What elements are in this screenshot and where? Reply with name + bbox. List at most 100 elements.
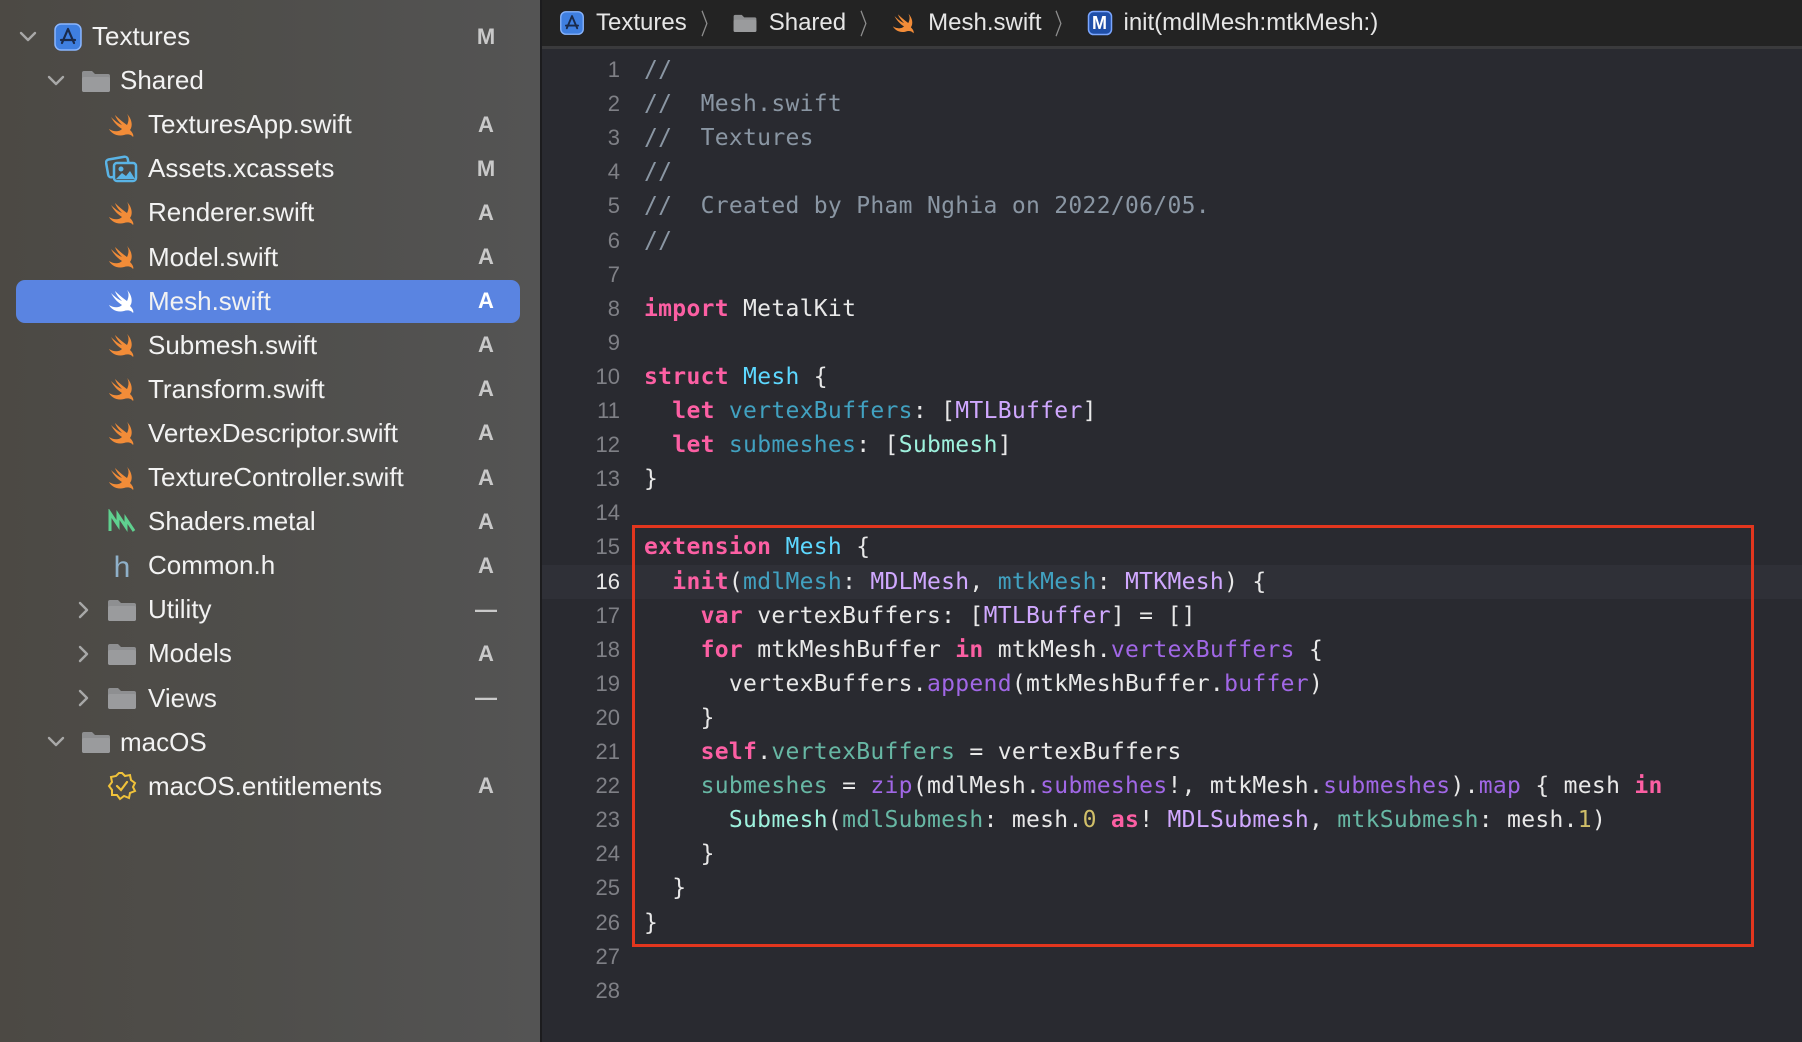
code-line[interactable]: 23 Submesh(mdlSubmesh: mesh.0 as! MDLSub…: [542, 803, 1802, 837]
code-text: submeshes = zip(mdlMesh.submeshes!, mtkM…: [644, 773, 1663, 799]
code-token: ,: [969, 568, 998, 595]
code-token: : [: [856, 432, 899, 459]
navigator-item-assets-xcassets[interactable]: Assets.xcassets M: [16, 147, 520, 190]
code-line[interactable]: 14: [542, 496, 1802, 530]
code-line[interactable]: 15 extension Mesh {: [542, 530, 1802, 564]
navigator-item-models[interactable]: Models A: [16, 632, 520, 675]
chevron-right-icon[interactable]: [74, 600, 94, 620]
navigator-item-texturecontroller-swift[interactable]: TextureController.swift A: [16, 456, 520, 499]
code-line[interactable]: 7: [542, 258, 1802, 292]
code-line[interactable]: 11 let vertexBuffers: [MTLBuffer]: [542, 394, 1802, 428]
code-token: init: [672, 568, 729, 595]
navigator-item-common-h[interactable]: h Common.h A: [16, 544, 520, 587]
navigator-item-label: Assets.xcassets: [148, 153, 335, 184]
code-line[interactable]: 10 struct Mesh {: [542, 360, 1802, 394]
code-token: vertexBuffers: [: [743, 602, 984, 629]
code-line[interactable]: 8 import MetalKit: [542, 292, 1802, 326]
breadcrumb-separator-icon: 〉: [859, 9, 877, 40]
chevron-down-icon[interactable]: [46, 71, 66, 91]
line-number: 22: [595, 773, 620, 799]
navigator-item-label: Model.swift: [148, 241, 279, 272]
code-line[interactable]: 21 self.vertexBuffers = vertexBuffers: [542, 735, 1802, 769]
code-text: }: [644, 705, 715, 731]
code-line[interactable]: 2 // Mesh.swift: [542, 87, 1802, 121]
navigator-item-model-swift[interactable]: Model.swift A: [16, 236, 520, 279]
navigator-item-views[interactable]: Views —: [16, 677, 520, 720]
code-line[interactable]: 27: [542, 940, 1802, 974]
line-number: 11: [597, 398, 620, 423]
code-line[interactable]: 19 vertexBuffers.append(mtkMeshBuffer.bu…: [542, 667, 1802, 701]
breadcrumb-item[interactable]: Textures: [558, 9, 687, 37]
code-token: mtkSubmesh: [1337, 807, 1479, 834]
navigator-item-label: Models: [148, 638, 232, 669]
navigator-item-shared[interactable]: Shared: [16, 59, 520, 102]
source-editor[interactable]: 1 // 2 // Mesh.swift 3 // Textures 4 // 5 // Crea…: [542, 49, 1802, 1042]
code-line[interactable]: 18 for mtkMeshBuffer in mtkMesh.vertexBu…: [542, 633, 1802, 667]
code-token: let: [672, 432, 715, 459]
code-line[interactable]: 25 }: [542, 871, 1802, 905]
navigator-item-macos[interactable]: macOS: [16, 721, 520, 764]
code-line[interactable]: 16 init(mdlMesh: MDLMesh, mtkMesh: MTKMe…: [542, 564, 1802, 599]
code-line[interactable]: 28: [542, 974, 1802, 1008]
navigator-item-mesh-swift[interactable]: Mesh.swift A: [16, 279, 520, 323]
code-text: // Created by Pham Nghia on 2022/06/05.: [644, 193, 1210, 219]
code-line[interactable]: 26}: [542, 906, 1802, 940]
code-token: MDLSubmesh: [1167, 807, 1309, 834]
navigator-item-textures[interactable]: Textures M: [16, 15, 520, 58]
navigator-item-submesh-swift[interactable]: Submesh.swift A: [16, 324, 520, 367]
navigator-item-transform-swift[interactable]: Transform.swift A: [16, 368, 520, 411]
method-badge-letter: M: [1092, 12, 1107, 33]
breadcrumb-item[interactable]: Shared: [731, 9, 846, 37]
code-line[interactable]: 12 let submeshes: [Submesh]: [542, 428, 1802, 462]
code-token: ] = []: [1110, 602, 1196, 629]
navigator-item-vertexdescriptor-swift[interactable]: VertexDescriptor.swift A: [16, 412, 520, 455]
chevron-right-icon[interactable]: [74, 644, 94, 664]
code-text: var vertexBuffers: [MTLBuffer] = []: [644, 603, 1196, 629]
line-number: 25: [595, 875, 620, 901]
line-number: 18: [595, 636, 620, 662]
navigator-item-utility[interactable]: Utility —: [16, 588, 520, 631]
navigator-item-texturesapp-swift[interactable]: TexturesApp.swift A: [16, 103, 520, 146]
navigator-item-renderer-swift[interactable]: Renderer.swift A: [16, 191, 520, 234]
chevron-down-icon[interactable]: [18, 27, 38, 47]
line-number: 12: [595, 432, 620, 458]
code-line[interactable]: 4 //: [542, 155, 1802, 189]
source-control-status-badge: —: [475, 596, 497, 622]
line-number: 24: [595, 841, 620, 867]
code-token: map: [1478, 773, 1522, 800]
chevron-down-icon[interactable]: [46, 732, 66, 752]
code-token: (: [728, 568, 744, 595]
code-token: //: [644, 159, 673, 186]
navigator-item-shaders-metal[interactable]: Shaders.metal A: [16, 500, 520, 543]
swift-file-icon: [104, 195, 140, 231]
code-line[interactable]: 6 //: [542, 224, 1802, 258]
code-token: .: [757, 739, 772, 765]
code-token: var: [700, 602, 744, 629]
code-token: 0: [1082, 807, 1097, 834]
code-line[interactable]: 5 // Created by Pham Nghia on 2022/06/05.: [542, 189, 1802, 223]
code-line[interactable]: 22 submeshes = zip(mdlMesh.submeshes!, m…: [542, 769, 1802, 803]
code-text: struct Mesh {: [644, 364, 828, 390]
breadcrumb-item[interactable]: Mesh.swift: [890, 9, 1041, 37]
code-line[interactable]: 20 }: [542, 701, 1802, 735]
code-line[interactable]: 1 //: [542, 53, 1802, 87]
navigator-item-macos-entitlements[interactable]: macOS.entitlements A: [16, 765, 520, 808]
line-number: 19: [595, 670, 620, 696]
code-token: vertexBuffers: [728, 398, 913, 424]
code-line[interactable]: 24 }: [542, 837, 1802, 871]
source-control-status-badge: —: [475, 685, 497, 710]
code-line[interactable]: 17 var vertexBuffers: [MTLBuffer] = []: [542, 599, 1802, 633]
code-token: : mesh.: [1478, 807, 1578, 834]
code-token: ]: [997, 432, 1012, 459]
chevron-right-icon[interactable]: [74, 688, 94, 708]
code-token: Submesh: [898, 432, 998, 459]
code-line[interactable]: 9: [542, 326, 1802, 360]
code-line[interactable]: 13}: [542, 462, 1802, 496]
breadcrumb-item[interactable]: Minit(mdlMesh:mtkMesh:): [1086, 9, 1378, 37]
folder-icon: [731, 9, 759, 37]
code-line[interactable]: 3 // Textures: [542, 121, 1802, 155]
folder-icon: [104, 680, 140, 716]
